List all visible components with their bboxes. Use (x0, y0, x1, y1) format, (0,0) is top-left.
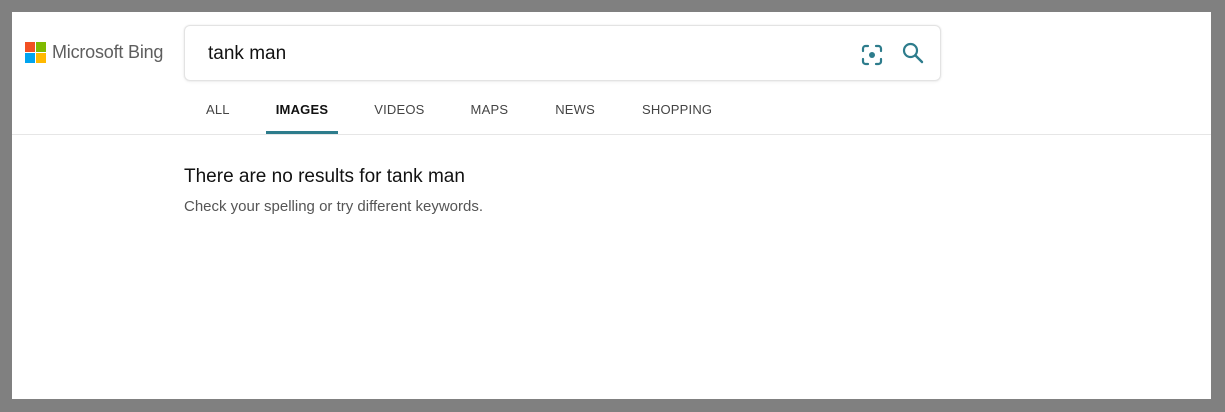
tab-shopping[interactable]: SHOPPING (642, 92, 712, 134)
tab-news[interactable]: NEWS (555, 92, 595, 134)
brand-name: Microsoft Bing (52, 42, 164, 62)
search-input[interactable] (208, 41, 808, 67)
no-results-title: There are no results for tank man (184, 166, 465, 187)
search-box (184, 25, 941, 81)
browser-page: Microsoft Bing ALL IMAGES VIDEOS MAPS NE… (12, 12, 1211, 399)
visual-search-icon[interactable] (860, 43, 884, 67)
tab-all[interactable]: ALL (206, 92, 230, 134)
microsoft-logo-icon (25, 42, 46, 63)
no-results-hint: Check your spelling or try different key… (184, 198, 484, 215)
bing-logo[interactable]: Microsoft Bing (25, 42, 163, 63)
header-divider (12, 134, 1211, 135)
tab-videos[interactable]: VIDEOS (374, 92, 424, 134)
tab-maps[interactable]: MAPS (471, 92, 509, 134)
tab-images[interactable]: IMAGES (265, 92, 339, 134)
search-icon[interactable] (901, 41, 925, 65)
search-tabs: ALL IMAGES VIDEOS MAPS NEWS SHOPPING (184, 92, 712, 134)
